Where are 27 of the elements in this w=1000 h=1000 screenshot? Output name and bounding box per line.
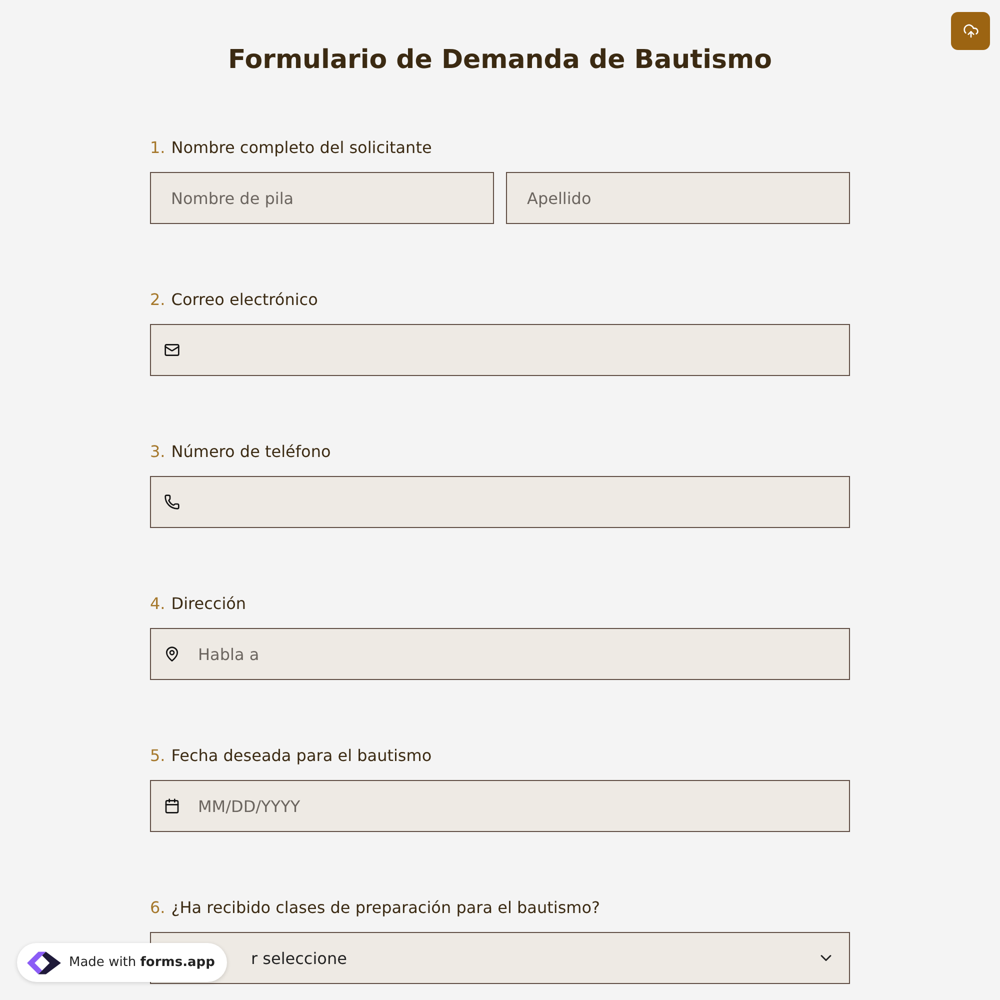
question-label: Fecha deseada para el bautismo (171, 745, 432, 767)
calendar-icon (164, 798, 180, 814)
question-number: 2. (150, 289, 166, 311)
question-label: Nombre completo del solicitante (171, 137, 432, 159)
cloud-upload-icon (962, 23, 978, 39)
input-field[interactable] (150, 324, 850, 376)
made-with-badge[interactable]: Made with forms.app (17, 943, 227, 982)
question-label: Dirección (171, 593, 246, 615)
input-field[interactable]: MM/DD/YYYY (150, 780, 850, 832)
select-value: r seleccione (251, 948, 347, 968)
question-label: Correo electrónico (171, 289, 318, 311)
question-number: 3. (150, 441, 166, 463)
question-label: ¿Ha recibido clases de preparación para el bautismo? (171, 897, 600, 919)
question-number: 5. (150, 745, 166, 767)
question-label: Número de teléfono (171, 441, 331, 463)
phone-icon (164, 494, 180, 510)
question-number: 6. (150, 897, 166, 919)
question-number: 4. (150, 593, 166, 615)
input-field[interactable]: Apellido (506, 172, 850, 224)
input-field[interactable] (150, 476, 850, 528)
form-title: Formulario de Demanda de Bautismo (227, 44, 773, 77)
map-pin-icon (164, 646, 180, 662)
mail-icon (164, 342, 180, 358)
upload-button[interactable] (951, 12, 990, 50)
input-field[interactable]: Nombre de pila (150, 172, 494, 224)
input-field[interactable]: Habla a (150, 628, 850, 680)
question-number: 1. (150, 137, 166, 159)
